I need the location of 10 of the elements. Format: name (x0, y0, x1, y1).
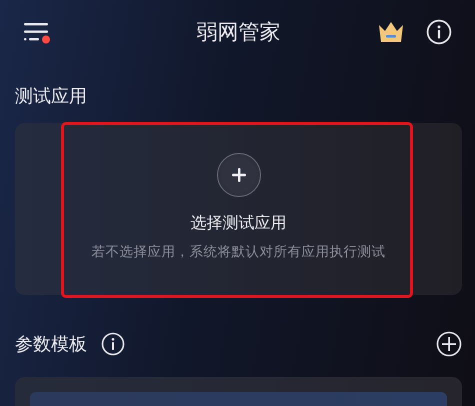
add-icon[interactable] (216, 153, 260, 197)
app-select-card[interactable]: 选择测试应用 若不选择应用，系统将默认对所有应用执行测试 (15, 123, 462, 295)
hint-text: 若不选择应用，系统将默认对所有应用执行测试 (92, 243, 386, 261)
info-icon[interactable] (101, 332, 125, 356)
app-title: 弱网管家 (196, 19, 282, 46)
crown-icon[interactable] (378, 21, 404, 43)
section-title: 参数模板 (15, 333, 87, 356)
info-icon[interactable] (426, 19, 452, 45)
section-title: 测试应用 (15, 85, 88, 109)
select-app-label: 选择测试应用 (190, 213, 286, 234)
